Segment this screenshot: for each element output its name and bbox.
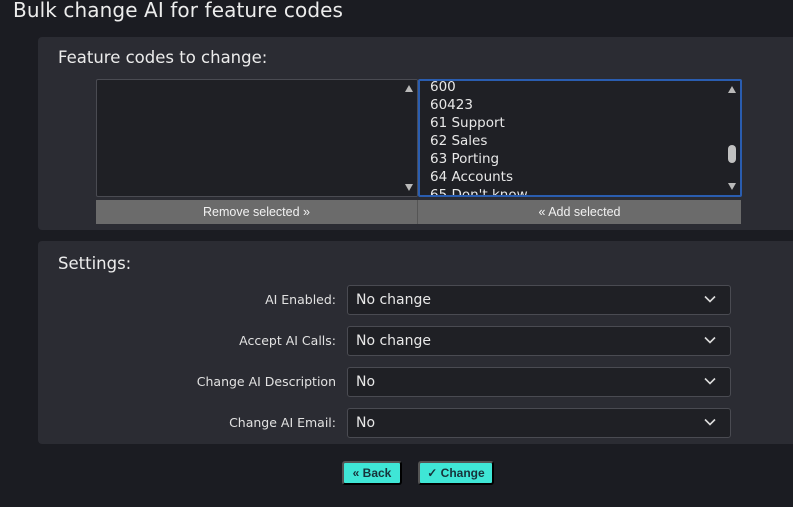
list-item[interactable]: 62 Sales bbox=[430, 132, 722, 150]
setting-row-ai-enabled: AI Enabled: No change bbox=[38, 285, 793, 315]
available-codes-listbox[interactable] bbox=[96, 79, 418, 197]
scroll-thumb[interactable] bbox=[728, 145, 736, 163]
selected-codes-listbox[interactable]: 600 60423 61 Support 62 Sales 63 Porting… bbox=[418, 79, 742, 197]
list-item[interactable]: 65 Don't know bbox=[430, 186, 722, 195]
list-item[interactable]: 64 Accounts bbox=[430, 168, 722, 186]
back-button[interactable]: « Back bbox=[342, 461, 402, 485]
change-ai-email-select[interactable]: No bbox=[347, 408, 731, 438]
feature-codes-panel: Feature codes to change: 600 60423 61 Su… bbox=[38, 37, 793, 230]
setting-row-accept-ai-calls: Accept AI Calls: No change bbox=[38, 326, 793, 356]
list-item[interactable]: 61 Support bbox=[430, 114, 722, 132]
chevron-down-icon bbox=[704, 418, 716, 426]
list-item[interactable]: 600 bbox=[430, 81, 722, 96]
chevron-down-icon bbox=[704, 377, 716, 385]
change-ai-description-label: Change AI Description bbox=[196, 374, 336, 389]
setting-row-change-ai-email: Change AI Email: No bbox=[38, 408, 793, 438]
selected-codes-scrollbar[interactable] bbox=[725, 81, 740, 195]
scroll-up-arrow-icon[interactable] bbox=[405, 85, 413, 92]
settings-panel: Settings: AI Enabled: No change Accept A… bbox=[38, 241, 793, 444]
change-ai-email-label: Change AI Email: bbox=[229, 415, 336, 430]
accept-ai-calls-value: No change bbox=[356, 333, 432, 349]
accept-ai-calls-label: Accept AI Calls: bbox=[239, 333, 336, 348]
scroll-up-arrow-icon[interactable] bbox=[728, 86, 736, 93]
change-ai-email-value: No bbox=[356, 415, 376, 431]
chevron-down-icon bbox=[704, 336, 716, 344]
chevron-down-icon bbox=[704, 295, 716, 303]
change-ai-description-select[interactable]: No bbox=[347, 367, 731, 397]
list-item[interactable]: 60423 bbox=[430, 96, 722, 114]
change-ai-description-value: No bbox=[356, 374, 376, 390]
remove-selected-button[interactable]: Remove selected » bbox=[96, 200, 418, 224]
ai-enabled-select[interactable]: No change bbox=[347, 285, 731, 315]
change-button[interactable]: ✓ Change bbox=[418, 461, 494, 485]
scroll-down-arrow-icon[interactable] bbox=[405, 184, 413, 191]
available-codes-scrollbar[interactable] bbox=[402, 80, 417, 196]
ai-enabled-value: No change bbox=[356, 292, 432, 308]
scroll-down-arrow-icon[interactable] bbox=[728, 183, 736, 190]
list-item[interactable]: 63 Porting bbox=[430, 150, 722, 168]
feature-codes-heading: Feature codes to change: bbox=[58, 48, 268, 67]
page-title: Bulk change AI for feature codes bbox=[13, 0, 344, 22]
add-selected-button[interactable]: « Add selected bbox=[418, 200, 741, 224]
settings-heading: Settings: bbox=[58, 254, 132, 273]
accept-ai-calls-select[interactable]: No change bbox=[347, 326, 731, 356]
ai-enabled-label: AI Enabled: bbox=[265, 292, 336, 307]
setting-row-change-ai-description: Change AI Description No bbox=[38, 367, 793, 397]
